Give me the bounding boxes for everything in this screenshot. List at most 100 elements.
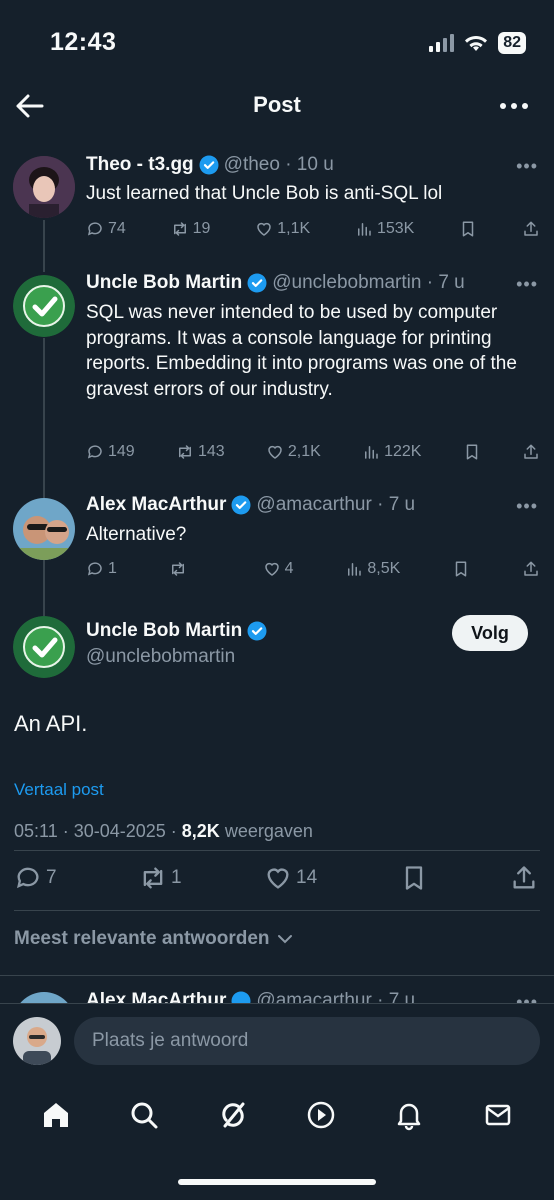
like-button[interactable]: 4 — [263, 560, 294, 578]
wifi-icon — [465, 36, 488, 51]
share-icon — [524, 444, 538, 459]
thread-line — [43, 220, 45, 272]
search-icon[interactable] — [128, 1099, 160, 1131]
sort-replies-dropdown[interactable]: Meest relevante antwoorden — [14, 928, 294, 950]
author-handle: @amacarthur · 7 u — [256, 494, 416, 515]
translate-link[interactable]: Vertaal post — [14, 780, 104, 800]
reply-icon — [87, 222, 102, 236]
repost-button[interactable] — [169, 560, 211, 578]
views-label: weergaven — [219, 821, 313, 841]
author-name: Theo - t3.gg — [86, 154, 194, 175]
bookmark-icon — [466, 444, 477, 460]
heart-icon — [268, 445, 282, 459]
bookmark-button[interactable] — [463, 443, 481, 461]
bookmark-icon — [455, 561, 467, 577]
post-author[interactable]: Uncle Bob Martin — [86, 620, 267, 642]
avatar[interactable] — [13, 275, 75, 337]
tweet-text: Alternative? — [86, 524, 187, 545]
thread-line — [43, 338, 45, 500]
author-handle: @unclebobmartin · 7 u — [272, 272, 465, 293]
reply-input[interactable]: Plaats je antwoord — [74, 1017, 540, 1065]
tweet-author[interactable]: Theo - t3.gg @theo · 10 u — [86, 154, 334, 176]
like-button[interactable]: 2,1K — [266, 443, 321, 461]
author-handle: @theo · 10 u — [223, 154, 334, 175]
grok-icon[interactable] — [217, 1099, 249, 1131]
repost-icon — [171, 562, 184, 576]
tweet-more-icon[interactable]: ••• — [516, 274, 538, 295]
bookmark-button[interactable] — [452, 560, 470, 578]
repost-button[interactable]: 1 — [139, 864, 182, 892]
repost-icon — [143, 867, 163, 889]
views-button[interactable]: 8,5K — [345, 560, 400, 578]
reply-button[interactable]: 74 — [86, 220, 126, 238]
next-reply-preview[interactable]: Alex MacArthur @amacarthur · 7 u ••• — [0, 976, 554, 1004]
tweet-author[interactable]: Alex MacArthur @amacarthur · 7 u — [86, 494, 415, 516]
post-actions: 7 1 14 — [14, 864, 538, 892]
follow-button[interactable]: Volg — [452, 615, 528, 651]
like-button[interactable]: 14 — [264, 864, 317, 892]
post-text: An API. — [14, 711, 88, 736]
my-avatar[interactable] — [13, 1017, 61, 1065]
tweet-more-icon[interactable]: ••• — [516, 496, 538, 517]
like-button[interactable]: 1,1K — [255, 220, 310, 238]
verified-badge-icon — [231, 495, 251, 515]
reply-button[interactable]: 149 — [86, 443, 135, 461]
share-icon — [513, 866, 535, 889]
share-button[interactable] — [522, 443, 540, 461]
verified-badge-icon — [199, 155, 219, 175]
tweet-author[interactable]: Uncle Bob Martin @unclebobmartin · 7 u — [86, 272, 465, 294]
views-button[interactable]: 153K — [355, 220, 414, 238]
views-count: 8,2K — [181, 821, 220, 841]
share-button[interactable] — [510, 864, 538, 892]
reply-icon — [17, 867, 39, 889]
bookmark-button[interactable] — [400, 864, 428, 892]
views-chart-icon — [365, 446, 378, 459]
tweet-actions: 1 4 8,5K — [86, 560, 540, 578]
more-options-icon[interactable] — [498, 94, 530, 118]
page-title: Post — [253, 92, 301, 117]
battery-indicator: 82 — [498, 32, 526, 54]
divider — [14, 910, 540, 911]
divider — [14, 850, 540, 851]
notifications-bell-icon[interactable] — [393, 1099, 425, 1131]
clean-code-logo-icon — [13, 616, 75, 678]
share-icon — [524, 561, 538, 576]
home-icon[interactable] — [40, 1099, 72, 1131]
author-handle: @unclebobmartin — [86, 646, 236, 667]
views-button[interactable]: 122K — [362, 443, 421, 461]
video-icon[interactable] — [305, 1099, 337, 1131]
share-button[interactable] — [522, 220, 540, 238]
post-timestamp: 05:11 · 30-04-2025 · — [14, 821, 182, 841]
share-button[interactable] — [522, 560, 540, 578]
reply-button[interactable]: 7 — [14, 864, 57, 892]
avatar[interactable] — [13, 156, 75, 218]
reply-button[interactable]: 1 — [86, 560, 117, 578]
clean-code-logo-icon — [13, 275, 75, 337]
reply-icon — [87, 562, 102, 576]
signal-icon — [429, 34, 455, 52]
avatar[interactable] — [13, 498, 75, 560]
status-icons: 82 — [429, 32, 526, 54]
verified-badge-icon — [247, 273, 267, 293]
reply-icon — [87, 445, 102, 459]
heart-icon — [267, 868, 289, 889]
status-time: 12:43 — [50, 28, 117, 56]
tweet-more-icon[interactable]: ••• — [516, 156, 538, 177]
tweet-author: Alex MacArthur @amacarthur · 7 u — [86, 990, 415, 1004]
repost-icon — [178, 445, 191, 459]
messages-envelope-icon[interactable] — [482, 1099, 514, 1131]
tweet-actions: 74 19 1,1K 153K — [86, 220, 540, 238]
repost-button[interactable]: 143 — [176, 443, 225, 461]
author-name: Uncle Bob Martin — [86, 272, 243, 293]
sort-label: Meest relevante antwoorden — [14, 928, 270, 949]
bookmark-button[interactable] — [459, 220, 477, 238]
repost-icon — [173, 222, 186, 236]
chevron-down-icon — [277, 935, 292, 944]
heart-icon — [264, 562, 279, 576]
repost-button[interactable]: 19 — [171, 220, 210, 238]
share-icon — [524, 221, 538, 236]
bookmark-icon — [462, 221, 474, 237]
avatar[interactable] — [13, 616, 75, 678]
tweet-text: Just learned that Uncle Bob is anti-SQL … — [86, 183, 443, 204]
tweet-actions: 149 143 2,1K 122K — [86, 443, 540, 461]
